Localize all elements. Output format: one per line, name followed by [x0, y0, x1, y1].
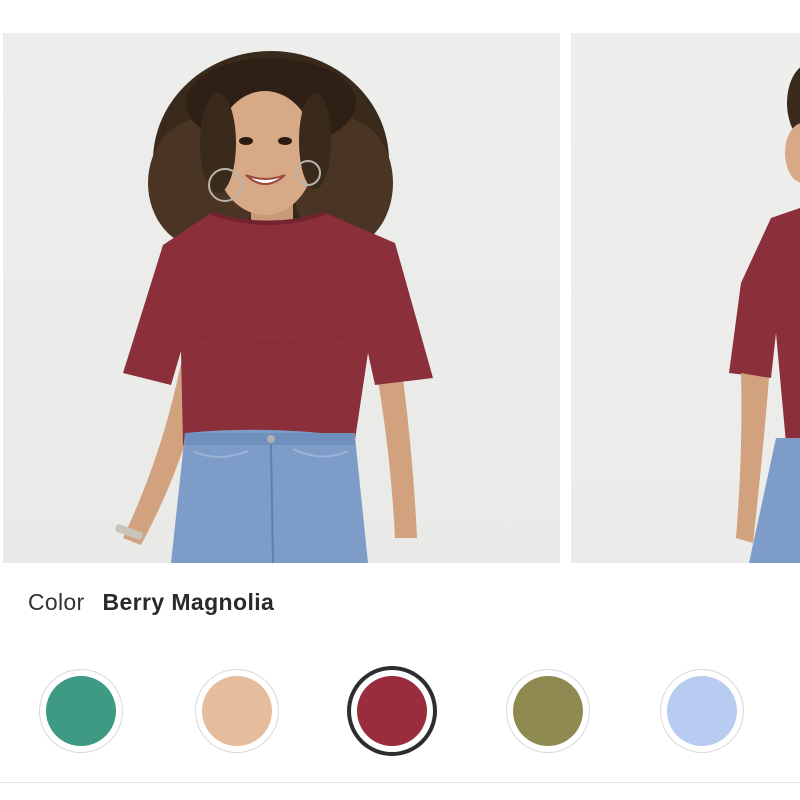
model-side-illustration — [729, 67, 800, 563]
swatch-fill — [513, 676, 583, 746]
swatch-fill — [46, 676, 116, 746]
swatch-berry-magnolia[interactable] — [351, 670, 433, 752]
color-swatch-list — [0, 660, 800, 760]
swatch-peach[interactable] — [196, 670, 278, 752]
divider — [0, 782, 800, 783]
swatch-fill — [202, 676, 272, 746]
swatch-teal[interactable] — [40, 670, 122, 752]
product-page: Color Berry Magnolia — [0, 0, 800, 800]
selected-color-name: Berry Magnolia — [102, 588, 275, 615]
model-front-illustration — [115, 51, 433, 563]
color-label: Color — [28, 588, 85, 615]
color-selection-row: Color Berry Magnolia — [28, 584, 274, 620]
model-side-photo[interactable] — [571, 33, 800, 563]
top-strip — [0, 0, 800, 33]
swatch-fill — [357, 676, 427, 746]
image-carousel[interactable] — [0, 33, 800, 563]
swatch-fill — [667, 676, 737, 746]
swatch-olive[interactable] — [507, 670, 589, 752]
model-front-photo[interactable] — [3, 33, 560, 563]
swatch-light-blue[interactable] — [661, 670, 743, 752]
